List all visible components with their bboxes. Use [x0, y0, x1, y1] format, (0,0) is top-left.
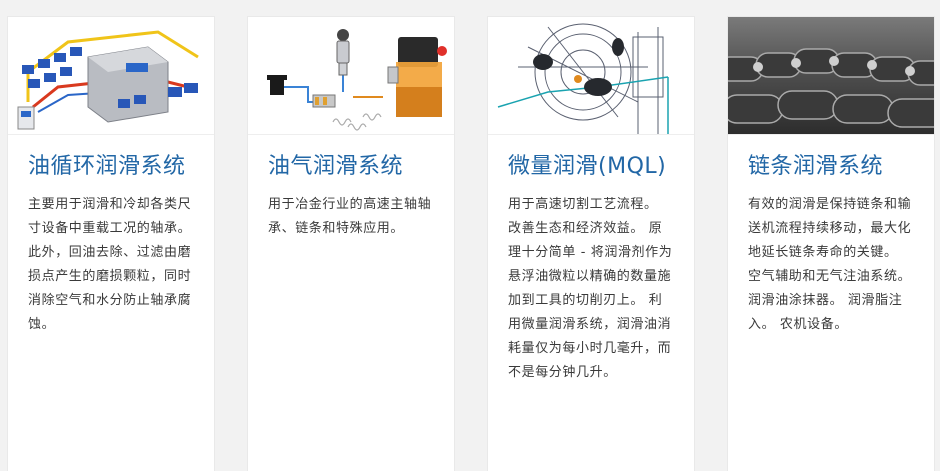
lubrication-systems-grid: 油循环润滑系统 主要用于润滑和冷却各类尺寸设备中重载工况的轴承。 此外，回油去除…	[0, 0, 940, 471]
oil-circulation-system-illustration[interactable]	[8, 17, 214, 135]
card-chain[interactable]: 链条润滑系统 有效的润滑是保持链条和输送机流程持续移动，最大化地延长链条寿命的关…	[727, 16, 935, 471]
mql-spindle-drawing[interactable]	[488, 17, 694, 135]
card-title[interactable]: 链条润滑系统	[748, 153, 914, 181]
roller-chain-photo[interactable]	[728, 17, 934, 135]
card-title[interactable]: 油循环润滑系统	[28, 153, 194, 181]
card-description: 有效的润滑是保持链条和输送机流程持续移动，最大化地延长链条寿命的关键。 空气辅助…	[748, 197, 912, 332]
card-title[interactable]: 微量润滑(MQL)	[508, 153, 674, 181]
card-title[interactable]: 油气润滑系统	[268, 153, 434, 181]
card-description: 主要用于润滑和冷却各类尺寸设备中重载工况的轴承。 此外，回油去除、过滤由磨损点产…	[28, 197, 192, 332]
card-oil-air[interactable]: 油气润滑系统 用于冶金行业的高速主轴轴承、链条和特殊应用。	[247, 16, 455, 471]
card-description: 用于冶金行业的高速主轴轴承、链条和特殊应用。	[268, 197, 432, 236]
oil-air-lubrication-illustration[interactable]	[248, 17, 454, 135]
card-mql[interactable]: 微量润滑(MQL) 用于高速切割工艺流程。 改善生态和经济效益。 原理十分简单 …	[487, 16, 695, 471]
card-oil-circulation[interactable]: 油循环润滑系统 主要用于润滑和冷却各类尺寸设备中重载工况的轴承。 此外，回油去除…	[7, 16, 215, 471]
card-description: 用于高速切割工艺流程。 改善生态和经济效益。 原理十分简单 - 将润滑剂作为悬浮…	[508, 197, 673, 380]
